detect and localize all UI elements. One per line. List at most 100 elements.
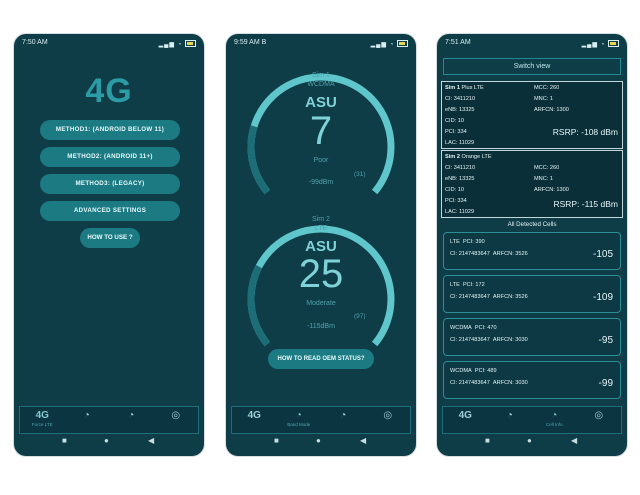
method3-button[interactable]: METHOD3: (LEGACY): [40, 174, 180, 194]
battery-icon: [397, 40, 408, 47]
radar-icon: ◎: [594, 410, 604, 421]
nav-4g-label: 4G: [247, 410, 261, 421]
home-icon[interactable]: ●: [527, 436, 532, 445]
nav-force-lte[interactable]: 4G Force LTE: [20, 407, 65, 433]
sim2-rsrp: RSRP: -115 dBm: [553, 199, 618, 209]
sim2-mcc: MCC: 260: [534, 165, 560, 171]
sim2-tech: LTE: [314, 225, 328, 232]
sim2-dbm: -115dBm: [307, 323, 335, 330]
speedometer-icon: ◔: [551, 410, 558, 421]
home-icon[interactable]: ●: [104, 436, 109, 445]
detected-cell-item[interactable]: WCDMA PCI: 470 CI: 2147483647 ARFCN: 303…: [443, 318, 621, 356]
speedometer-icon: ◔: [128, 410, 135, 421]
nav-label: Force LTE: [31, 422, 53, 427]
sim1-ci: CI: 3411210: [445, 96, 476, 102]
sim2-quality: Moderate: [306, 300, 336, 307]
cell-signal-value: -99: [598, 378, 613, 389]
app-logo: 4G: [85, 72, 133, 110]
sim2-arfcn: ARFCN: 1300: [534, 187, 569, 193]
home-icon[interactable]: ●: [316, 436, 321, 445]
nav-4g-label: 4G: [35, 410, 49, 421]
sim2-max: (97): [354, 313, 366, 320]
cell-tech-pci: LTE PCI: 390: [450, 239, 485, 245]
nav-band[interactable]: ◔: [488, 407, 533, 433]
status-time: 9:59 AM B: [234, 39, 267, 46]
sim1-arfcn: ARFCN: 1300: [534, 107, 569, 113]
status-icons: ▂▄▆ ◔: [159, 39, 196, 48]
recents-icon[interactable]: ■: [485, 436, 490, 445]
detected-cell-item[interactable]: LTE PCI: 172 CI: 2147483647 ARFCN: 3526 …: [443, 275, 621, 313]
status-time: 7:51 AM: [445, 39, 471, 46]
sim1-lac: LAC: 11029: [445, 140, 475, 146]
switch-view-button[interactable]: Switch view: [443, 58, 621, 75]
speedometer-icon: ◔: [295, 410, 302, 421]
cell-tech-pci: LTE PCI: 172: [450, 282, 485, 288]
sim1-dbm: -99dBm: [308, 179, 334, 186]
speedometer-icon: ◔: [506, 410, 513, 421]
phone-screen-cell-info: 7:51 AM ▂▄▆ ◔ Switch view Sim 1 Plus LTE…: [437, 34, 627, 456]
radar-icon: ◎: [171, 410, 181, 421]
nav-cells[interactable]: ◎: [154, 407, 199, 433]
method2-button[interactable]: METHOD2: (ANDROID 11+): [40, 147, 180, 167]
back-icon[interactable]: ◀: [148, 436, 154, 445]
cell-ci-arfcn: CI: 2147483647 ARFCN: 3526: [450, 294, 528, 300]
cell-ci-arfcn: CI: 2147483647 ARFCN: 3030: [450, 337, 528, 343]
sim1-mnc: MNC: 1: [534, 96, 553, 102]
speedometer-icon: ◔: [340, 410, 347, 421]
cell-ci-arfcn: CI: 2147483647 ARFCN: 3526: [450, 251, 528, 257]
sim2-lac: LAC: 11029: [445, 209, 475, 215]
sim1-label: Sim 1: [312, 72, 330, 79]
nav-signal[interactable]: ◔: [321, 407, 366, 433]
nav-cell-info[interactable]: ◔ Cell Info: [532, 407, 577, 433]
sim1-enb: eNB: 13325: [445, 107, 475, 113]
nav-cells[interactable]: ◎: [577, 407, 622, 433]
nav-label: Band Mode: [287, 422, 311, 427]
nav-4g-label: 4G: [458, 410, 472, 421]
detected-cell-item[interactable]: WCDMA PCI: 489 CI: 2147483647 ARFCN: 303…: [443, 361, 621, 399]
status-time: 7:50 AM: [22, 39, 48, 46]
back-icon[interactable]: ◀: [571, 436, 577, 445]
sim2-title: Sim 2 Orange LTE: [445, 154, 492, 160]
sim1-max: (31): [354, 171, 366, 178]
bottom-navigation: 4G ◔ Band Mode ◔ ◎: [231, 406, 411, 434]
nav-band[interactable]: ◔: [65, 407, 110, 433]
sim1-cid: CID: 10: [445, 118, 464, 124]
read-oem-status-button[interactable]: HOW TO READ OEM STATUS?: [268, 349, 374, 369]
back-icon[interactable]: ◀: [360, 436, 366, 445]
cell-ci-arfcn: CI: 2147483647 ARFCN: 3030: [450, 380, 528, 386]
status-bar: 7:51 AM ▂▄▆ ◔: [437, 34, 627, 52]
sim2-cell-panel: Sim 2 Orange LTE CI: 3411210 eNB: 13325 …: [441, 150, 623, 218]
sim2-label: Sim 2: [312, 216, 330, 223]
all-detected-cells-title: All Detected Cells: [507, 221, 557, 228]
nav-band-mode[interactable]: ◔ Band Mode: [277, 407, 322, 433]
phone-screen-main: 7:50 AM ▂▄▆ ◔ 4G METHOD1: (ANDROID BELOW…: [14, 34, 204, 456]
status-bar: 7:50 AM ▂▄▆ ◔: [14, 34, 204, 52]
detected-cell-item[interactable]: LTE PCI: 390 CI: 2147483647 ARFCN: 3526 …: [443, 232, 621, 270]
recents-icon[interactable]: ■: [62, 436, 67, 445]
nav-cells[interactable]: ◎: [366, 407, 411, 433]
sim2-asu-value: 25: [298, 252, 344, 296]
sim2-enb: eNB: 13325: [445, 176, 475, 182]
nav-force-lte[interactable]: 4G: [443, 407, 488, 433]
recents-icon[interactable]: ■: [274, 436, 279, 445]
battery-icon: [608, 40, 619, 47]
sim1-title: Sim 1 Plus LTE: [445, 85, 484, 91]
sim1-asu-value: 7: [309, 109, 333, 153]
nav-force-lte[interactable]: 4G: [232, 407, 277, 433]
method1-button[interactable]: METHOD1: (ANDROID BELOW 11): [40, 120, 180, 140]
bottom-navigation: 4G Force LTE ◔ ◔ ◎: [19, 406, 199, 434]
advanced-settings-button[interactable]: ADVANCED SETTINGS: [40, 201, 180, 221]
bottom-navigation: 4G ◔ ◔ Cell Info ◎: [442, 406, 622, 434]
nav-signal[interactable]: ◔: [109, 407, 154, 433]
sim1-pci: PCI: 334: [445, 129, 467, 135]
status-bar: 9:59 AM B ▂▄▆ ◔: [226, 34, 416, 52]
sim2-mnc: MNC: 1: [534, 176, 553, 182]
system-navigation: ■ ● ◀: [14, 436, 204, 450]
nav-label: Cell Info: [545, 422, 563, 427]
sim2-cid: CID: 10: [445, 187, 464, 193]
system-navigation: ■ ● ◀: [226, 436, 416, 450]
cell-signal-value: -109: [592, 292, 613, 303]
sim2-pci: PCI: 334: [445, 198, 467, 204]
how-to-use-button[interactable]: HOW TO USE ?: [80, 228, 140, 248]
sim1-rsrp: RSRP: -108 dBm: [552, 127, 618, 137]
